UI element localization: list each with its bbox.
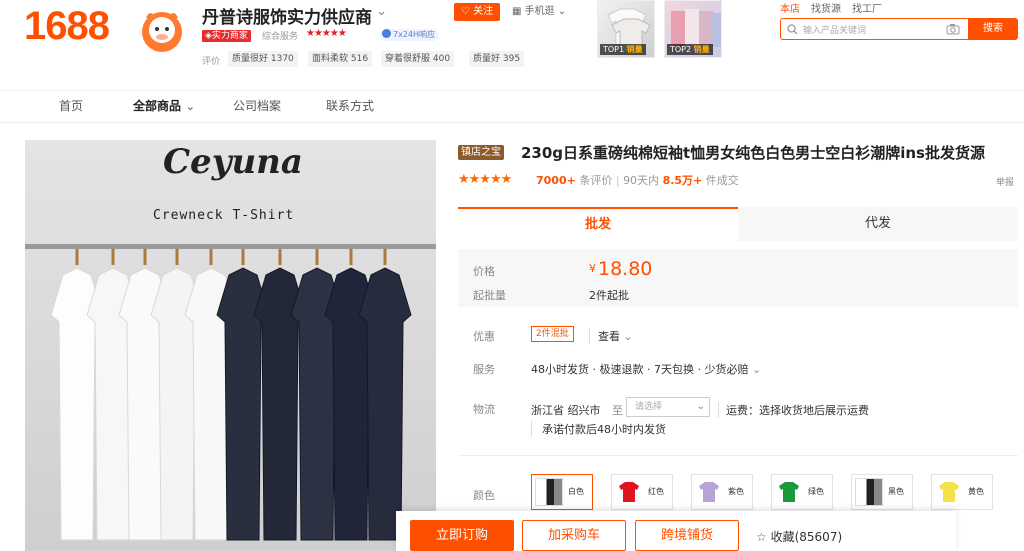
top2-label: TOP2 销量 xyxy=(667,44,713,55)
price-panel xyxy=(458,249,1018,307)
order-now-button[interactable]: 立即订购 xyxy=(410,520,514,551)
promo-label: 优惠 xyxy=(473,330,495,343)
tab-wholesale[interactable]: 批发 xyxy=(458,207,738,241)
link-find-factory[interactable]: 找工厂 xyxy=(852,0,882,15)
site-logo[interactable]: 1688 xyxy=(24,4,110,49)
add-to-cart-button[interactable]: 加采购车 xyxy=(522,520,626,551)
promo-tag: 2件混批 xyxy=(531,326,574,342)
logistics-label: 物流 xyxy=(473,403,495,416)
moq-value: 2件起批 xyxy=(589,289,629,302)
color-option[interactable]: 黄色 xyxy=(931,474,993,510)
link-this-shop[interactable]: 本店 xyxy=(780,0,800,15)
freight-info: 运费：选择收货地后展示运费 xyxy=(718,402,869,418)
color-option-label: 紫色 xyxy=(728,487,744,496)
promo-view-toggle[interactable]: 查看 ⌄ xyxy=(589,328,633,344)
review-tag[interactable]: 穿着很舒服 400 xyxy=(381,51,455,67)
color-label: 颜色 xyxy=(473,489,495,502)
mobile-shop-button[interactable]: ▦ 手机逛 ⌄ xyxy=(512,3,566,21)
service-stars: ★★★★★ xyxy=(306,28,347,39)
mobile-label: 手机逛 xyxy=(524,6,555,17)
shop-avatar[interactable] xyxy=(136,6,188,54)
nav-all-products[interactable]: 全部商品 ⌄ xyxy=(133,97,195,114)
ship-origin: 浙江省 绍兴市 xyxy=(531,404,601,417)
cross-border-button[interactable]: 跨境铺货 xyxy=(635,520,739,551)
shield-icon: ◈ xyxy=(205,31,212,41)
tshirt-icon xyxy=(939,482,959,502)
product-price: ¥18.80 xyxy=(589,258,653,280)
camera-icon[interactable] xyxy=(946,23,960,35)
chevron-down-icon: ⌄ xyxy=(623,330,633,343)
review-label: 评价 xyxy=(202,57,221,67)
search-button[interactable]: 搜索 xyxy=(968,18,1018,40)
color-option[interactable]: 黑色 xyxy=(851,474,913,510)
search-placeholder: 输入产品关键词 xyxy=(803,26,867,36)
nav-contact[interactable]: 联系方式 xyxy=(326,97,374,114)
service-value[interactable]: 48小时发货 · 极速退款 · 7天包换 · 少货必赔 ⌄ xyxy=(531,361,761,377)
report-link[interactable]: 举报 xyxy=(996,175,1014,188)
shop-treasure-badge: 镇店之宝 xyxy=(458,145,504,160)
service-score-label: 综合服务 xyxy=(262,32,299,42)
image-brand-text: Ceyuna xyxy=(163,142,303,182)
ship-promise: 承诺付款后48小时内发货 xyxy=(531,421,666,437)
star-outline-icon: ☆ xyxy=(756,530,767,544)
color-option[interactable]: 绿色 xyxy=(771,474,833,510)
shop-name[interactable]: 丹普诗服饰实力供应商 xyxy=(202,3,372,28)
color-option-label: 红色 xyxy=(648,487,664,496)
color-swatch xyxy=(775,478,803,506)
image-subtitle-text: Crewneck T-Shirt xyxy=(153,208,295,223)
tab-dropship[interactable]: 代发 xyxy=(738,207,1018,241)
color-option-label: 绿色 xyxy=(808,487,824,496)
chevron-down-icon: ⌄ xyxy=(696,401,705,412)
color-option[interactable]: 紫色 xyxy=(691,474,753,510)
chevron-down-icon[interactable]: ⌄ xyxy=(376,4,387,19)
link-find-source[interactable]: 找货源 xyxy=(811,0,841,15)
destination-select[interactable]: 请选择 ⌄ xyxy=(626,397,710,417)
top1-product-thumbnail[interactable]: TOP1 销量 xyxy=(597,0,655,58)
tshirt-icon xyxy=(779,482,799,502)
color-swatch xyxy=(935,478,963,506)
moq-label: 起批量 xyxy=(473,289,506,302)
color-swatch xyxy=(615,478,643,506)
top2-product-thumbnail[interactable]: TOP2 销量 xyxy=(664,0,722,58)
chevron-down-icon: ⌄ xyxy=(185,99,196,113)
color-option-label: 黄色 xyxy=(968,487,984,496)
rating-summary[interactable]: 7000+ 条评价 | 90天内 8.5万+ 件成交 xyxy=(536,172,739,188)
search-icon xyxy=(787,24,798,35)
tshirts-on-rack-image xyxy=(25,140,436,551)
qr-code-icon: ▦ xyxy=(512,6,522,17)
response-tag: 7x24H响应 xyxy=(380,29,440,41)
review-tag[interactable]: 质量好 395 xyxy=(469,51,525,67)
favorite-button[interactable]: ☆ 收藏(85607) xyxy=(756,528,842,545)
color-option-label: 白色 xyxy=(568,487,584,496)
clock-icon xyxy=(382,29,391,38)
product-title: 230g日系重磅纯棉短袖t恤男女纯色白色男士空白衫潮牌ins批发货源 xyxy=(521,144,985,162)
color-swatch xyxy=(695,478,723,506)
tshirt-icon xyxy=(699,482,719,502)
chevron-down-icon: ⌄ xyxy=(557,6,567,17)
color-option[interactable]: 白色 xyxy=(531,474,593,510)
color-option-label: 黑色 xyxy=(888,487,904,496)
follow-label: 关注 xyxy=(473,6,494,17)
divider xyxy=(458,455,1018,456)
rating-stars: ★★★★★ xyxy=(458,172,512,187)
color-option[interactable]: 红色 xyxy=(611,474,673,510)
ship-to-label: 至 xyxy=(612,404,623,417)
nav-company-profile[interactable]: 公司档案 xyxy=(233,97,281,114)
service-label: 服务 xyxy=(473,363,495,376)
top1-label: TOP1 销量 xyxy=(600,44,646,55)
color-swatch xyxy=(855,478,883,506)
nav-home[interactable]: 首页 xyxy=(59,97,83,114)
power-merchant-badge: ◈实力商家 xyxy=(202,30,251,42)
heart-icon: ♡ xyxy=(460,6,470,17)
chevron-down-icon: ⌄ xyxy=(751,363,762,376)
search-input[interactable]: 输入产品关键词 xyxy=(780,18,968,40)
review-tag[interactable]: 面料柔软 516 xyxy=(308,51,373,67)
review-tag[interactable]: 质量很好 1370 xyxy=(228,51,298,67)
main-product-image[interactable]: Ceyuna Crewneck T-Shirt xyxy=(25,140,436,551)
price-label: 价格 xyxy=(473,265,495,278)
follow-button[interactable]: ♡ 关注 xyxy=(454,3,500,21)
tshirt-icon xyxy=(619,482,639,502)
color-swatch xyxy=(535,478,563,506)
